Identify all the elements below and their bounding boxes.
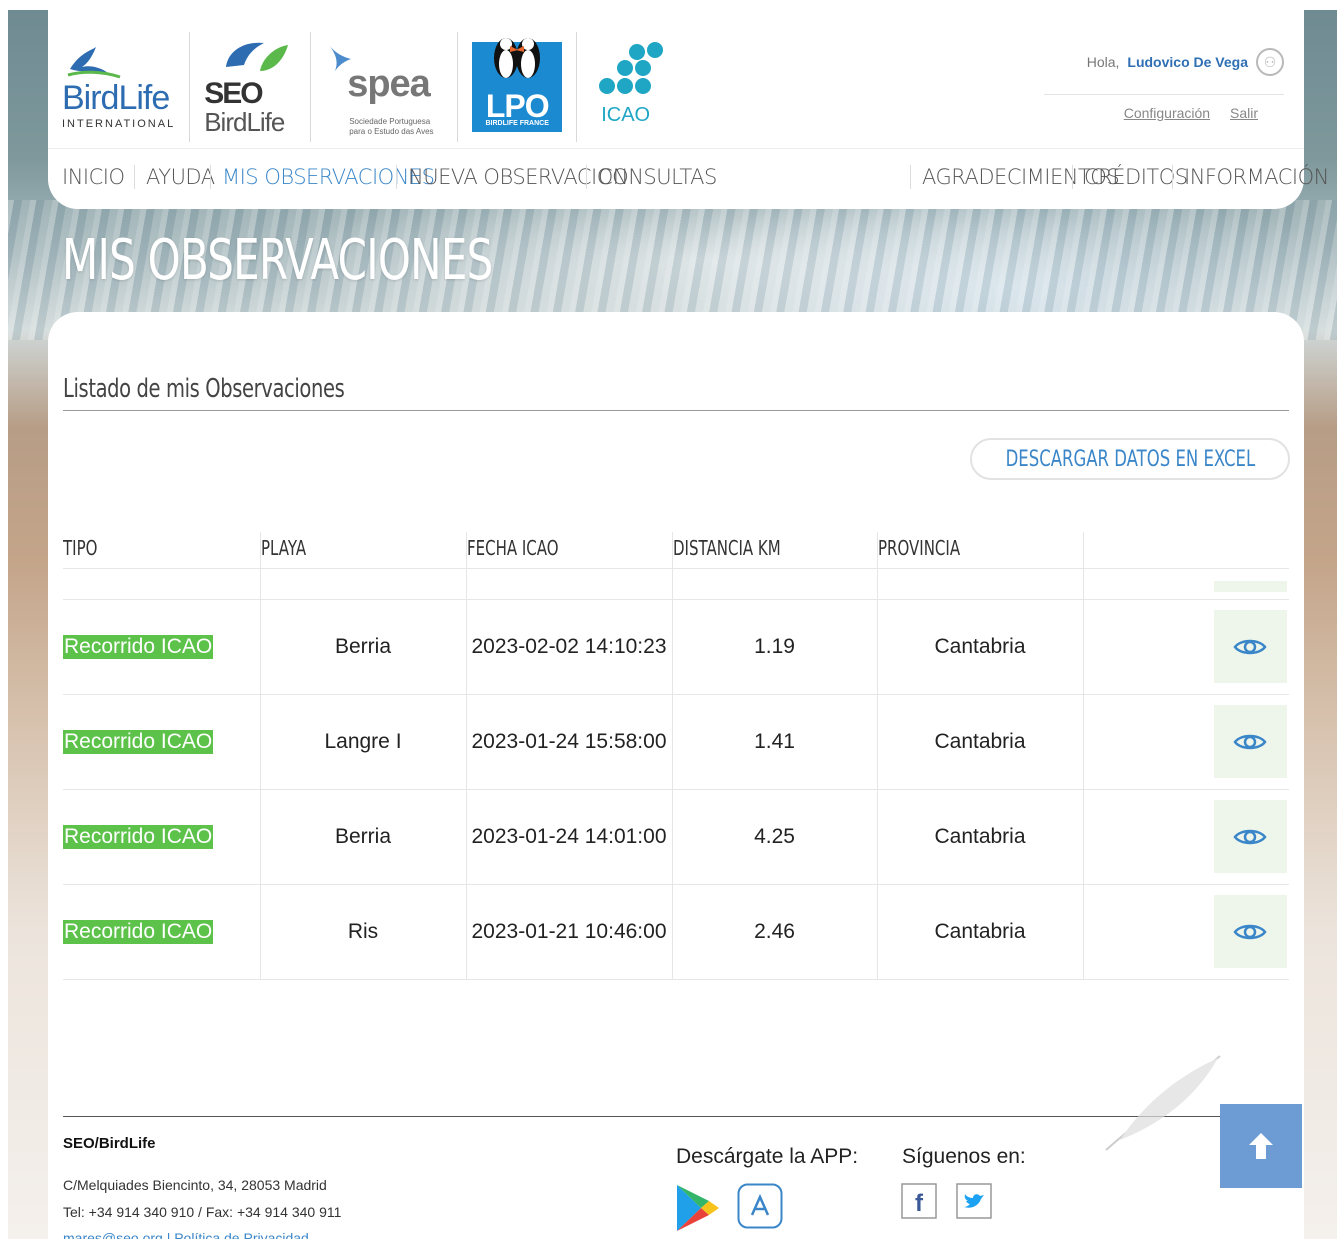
nav-consultas[interactable]: CONSULTAS bbox=[586, 164, 728, 189]
nav-right: AGRADECIMIENTOS CRÉDITOS INFORMACIÓN bbox=[910, 164, 1337, 189]
birdlife-sub: INTERNATIONAL bbox=[62, 117, 176, 130]
svg-text:f: f bbox=[915, 1190, 924, 1217]
eye-icon bbox=[1233, 639, 1267, 654]
footer-links[interactable]: mares@seo.org | Política de Privacidad bbox=[63, 1230, 309, 1239]
col-fecha: FECHA ICAO bbox=[465, 532, 672, 569]
footer-org: SEO/BirdLife bbox=[63, 1135, 156, 1152]
header: BirdLife INTERNATIONAL SEO BirdLife spea bbox=[48, 10, 1337, 209]
cell-playa: Langre I bbox=[259, 694, 466, 790]
cell-fecha: 2023-01-21 10:46:00 bbox=[465, 884, 672, 980]
tipo-badge: Recorrido ICAO bbox=[63, 919, 214, 944]
view-button[interactable] bbox=[1213, 705, 1287, 778]
footer-phone: Tel: +34 914 340 910 / Fax: +34 914 340 … bbox=[63, 1204, 342, 1220]
download-excel-label: DESCARGAR DATOS EN EXCEL bbox=[1005, 446, 1255, 472]
puffin-icon bbox=[494, 38, 541, 78]
tipo-badge: Recorrido ICAO bbox=[63, 634, 214, 659]
table-row: Recorrido ICAO Berria 2023-01-24 14:01:0… bbox=[63, 789, 1289, 885]
user-links: Configuración Salir bbox=[1044, 94, 1284, 121]
col-distancia: DISTANCIA KM bbox=[671, 532, 877, 569]
table-header-row: TIPO PLAYA FECHA ICAO DISTANCIA KM PROVI… bbox=[63, 532, 1289, 569]
col-tipo: TIPO bbox=[63, 532, 260, 569]
nav-informacion[interactable]: INFORMACIÓN bbox=[1172, 164, 1337, 189]
section-title: Listado de mis Observaciones bbox=[63, 374, 1289, 411]
seo-text: SEO bbox=[204, 77, 263, 110]
feather-icon bbox=[1105, 1055, 1221, 1151]
cell-playa: Berria bbox=[259, 789, 466, 885]
birdlife-name: BirdLife bbox=[62, 78, 170, 117]
spea-text: spea bbox=[347, 63, 431, 105]
cell-provincia: Cantabria bbox=[876, 884, 1083, 980]
cell-distancia: 4.25 bbox=[671, 789, 877, 885]
view-button[interactable] bbox=[1213, 895, 1287, 968]
user-greeting: Hola, Ludovico De Vega ⚇ bbox=[1087, 48, 1284, 76]
table-row: Recorrido ICAO Ris 2023-01-21 10:46:00 2… bbox=[63, 884, 1289, 980]
app-store-icon[interactable] bbox=[737, 1183, 783, 1234]
arrow-up-icon bbox=[1249, 1133, 1273, 1159]
nav-left: INICIO AYUDA MIS OBSERVACIONES NUEVA OBS… bbox=[62, 164, 728, 189]
scroll-top-button[interactable] bbox=[1220, 1104, 1302, 1188]
tipo-badge: Recorrido ICAO bbox=[63, 824, 214, 849]
cell-distancia: 1.41 bbox=[671, 694, 877, 790]
cell-playa: Ris bbox=[259, 884, 466, 980]
cell-playa: Berria bbox=[259, 599, 466, 695]
greeting-text: Hola, bbox=[1086, 54, 1120, 70]
nav-inicio[interactable]: INICIO bbox=[62, 165, 135, 189]
tipo-badge: Recorrido ICAO bbox=[63, 729, 214, 754]
lpo-sub: BIRDLIFE FRANCE bbox=[485, 120, 549, 127]
twitter-icon[interactable] bbox=[956, 1183, 992, 1224]
partial-row-action bbox=[1213, 580, 1287, 592]
table-row: Recorrido ICAO Langre I 2023-01-24 15:58… bbox=[63, 694, 1289, 790]
cell-fecha: 2023-01-24 15:58:00 bbox=[465, 694, 672, 790]
eye-icon bbox=[1233, 829, 1267, 844]
cell-distancia: 2.46 bbox=[671, 884, 877, 980]
eye-icon bbox=[1233, 734, 1267, 749]
spea-sub2: para o Estudo das Aves bbox=[349, 127, 434, 136]
cell-provincia: Cantabria bbox=[876, 789, 1083, 885]
facebook-icon[interactable]: f bbox=[901, 1183, 937, 1224]
view-button[interactable] bbox=[1213, 800, 1287, 873]
spea-logo[interactable]: spea Sociedade Portuguesa para o Estudo … bbox=[311, 32, 459, 142]
user-menu: Hola, Ludovico De Vega ⚇ Configuración S… bbox=[1044, 48, 1284, 121]
eye-icon bbox=[1233, 924, 1267, 939]
table-row: Recorrido ICAO Berria 2023-02-02 14:10:2… bbox=[63, 599, 1289, 695]
table-spacer-row bbox=[63, 568, 1289, 600]
footer-address: C/Melquiades Biencinto, 34, 28053 Madrid bbox=[63, 1177, 327, 1193]
download-excel-button[interactable]: DESCARGAR DATOS EN EXCEL bbox=[970, 438, 1290, 480]
col-actions bbox=[1082, 532, 1289, 569]
spea-sub1: Sociedade Portuguesa bbox=[349, 117, 431, 126]
logout-link[interactable]: Salir bbox=[1230, 105, 1258, 121]
icao-text: ICAO bbox=[601, 104, 651, 126]
google-play-icon[interactable] bbox=[675, 1183, 721, 1238]
cell-fecha: 2023-01-24 14:01:00 bbox=[465, 789, 672, 885]
birdlife-bird-icon bbox=[67, 46, 121, 78]
cell-distancia: 1.19 bbox=[671, 599, 877, 695]
app-download-label: Descárgate la APP: bbox=[676, 1145, 859, 1168]
observations-table: TIPO PLAYA FECHA ICAO DISTANCIA KM PROVI… bbox=[63, 532, 1289, 980]
main-nav: INICIO AYUDA MIS OBSERVACIONES NUEVA OBS… bbox=[48, 148, 1337, 204]
view-button[interactable] bbox=[1213, 610, 1287, 683]
icao-dots-icon bbox=[599, 42, 664, 94]
birdlife-logo[interactable]: BirdLife INTERNATIONAL bbox=[62, 32, 191, 142]
cell-fecha: 2023-02-02 14:10:23 bbox=[465, 599, 672, 695]
seo-birdlife-text: BirdLife bbox=[204, 107, 285, 137]
col-provincia: PROVINCIA bbox=[876, 532, 1083, 569]
page-title: MIS OBSERVACIONES bbox=[62, 228, 493, 293]
cell-provincia: Cantabria bbox=[876, 694, 1083, 790]
user-name[interactable]: Ludovico De Vega bbox=[1127, 54, 1248, 70]
config-link[interactable]: Configuración bbox=[1124, 105, 1210, 121]
lpo-logo[interactable]: LPO BIRDLIFE FRANCE bbox=[458, 32, 578, 142]
icao-logo[interactable]: ICAO bbox=[577, 32, 685, 142]
cell-provincia: Cantabria bbox=[876, 599, 1083, 695]
follow-label: Síguenos en: bbox=[902, 1145, 1026, 1168]
section-title-text: Listado de mis Observaciones bbox=[63, 374, 345, 404]
user-circle-icon[interactable]: ⚇ bbox=[1256, 48, 1284, 76]
partner-logos: BirdLife INTERNATIONAL SEO BirdLife spea bbox=[62, 32, 685, 142]
col-playa: PLAYA bbox=[259, 532, 466, 569]
seo-birdlife-logo[interactable]: SEO BirdLife bbox=[190, 32, 312, 142]
